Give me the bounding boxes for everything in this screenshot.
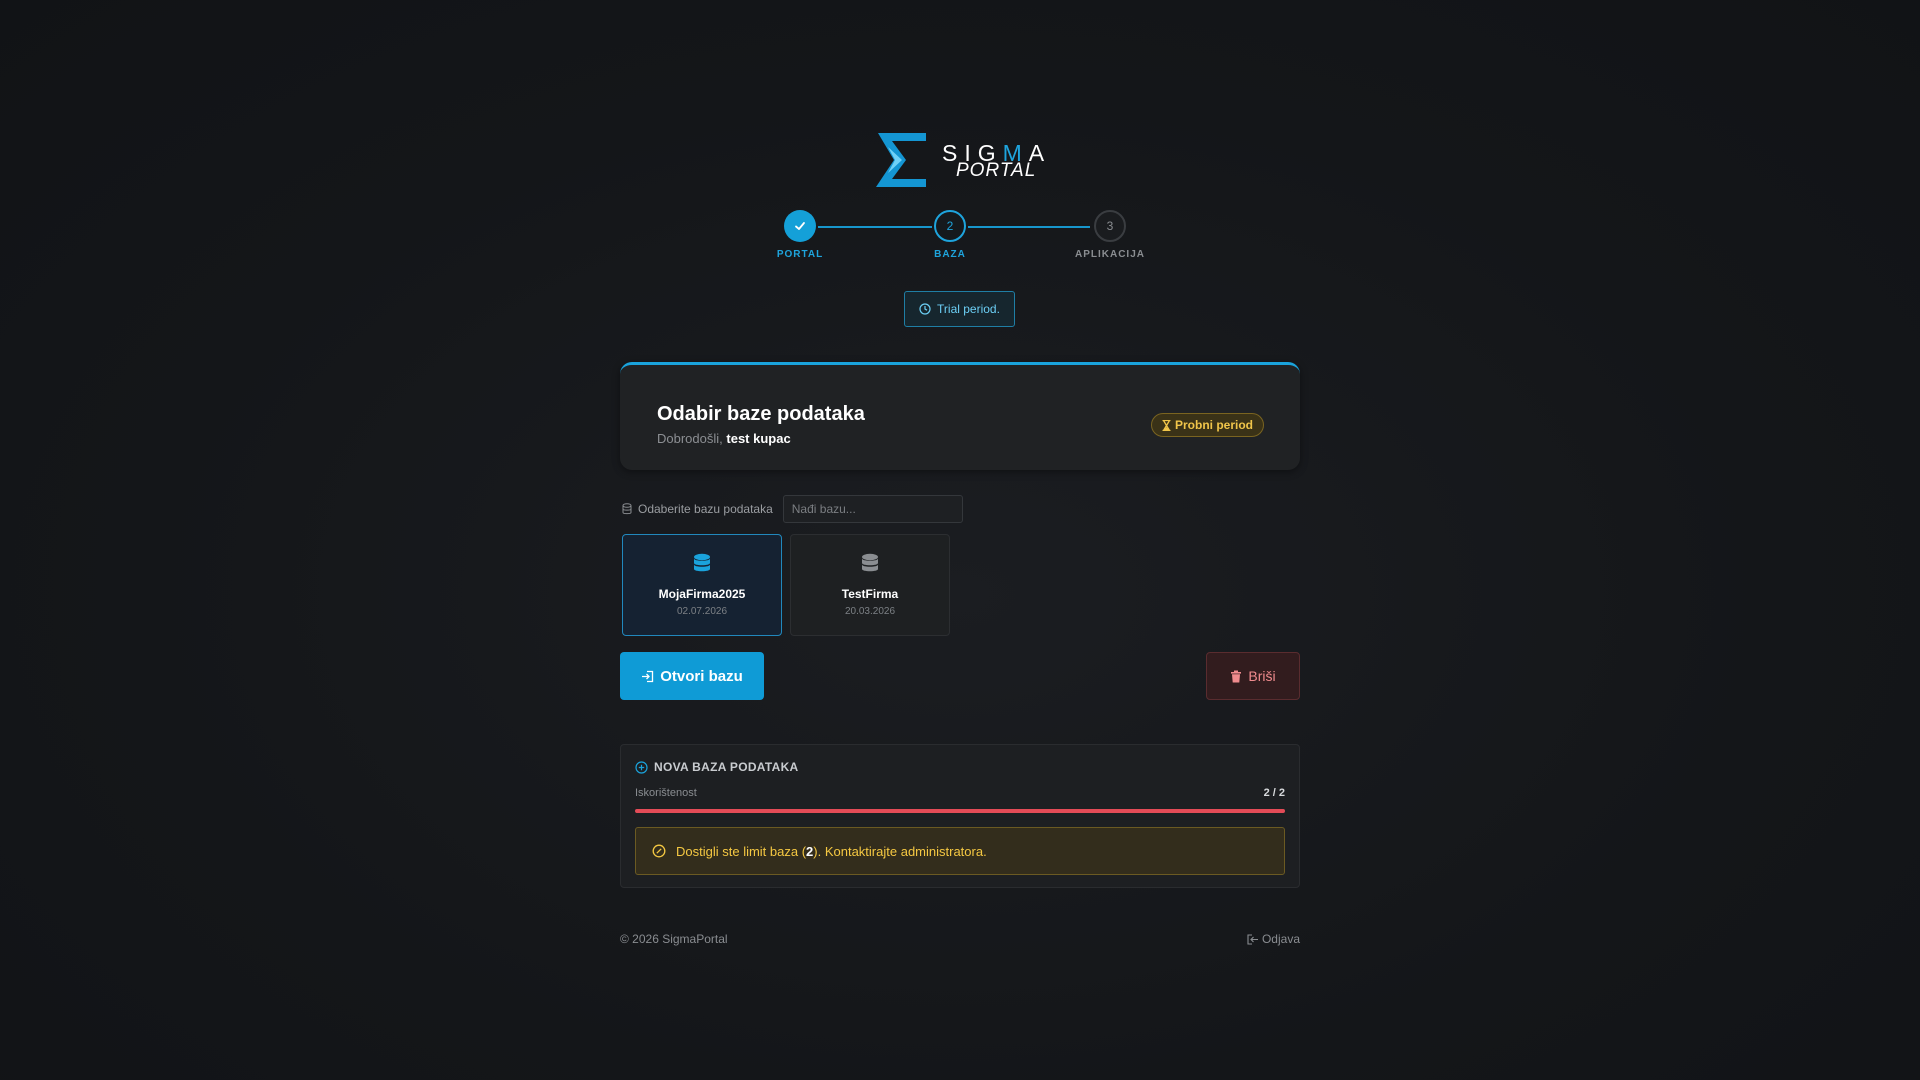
step-label: BAZA — [934, 249, 966, 260]
select-label: Odaberite bazu podataka — [638, 502, 773, 516]
database-icon — [694, 553, 710, 572]
usage-value: 2 / 2 — [1263, 787, 1285, 799]
trial-chip-text: Trial period. — [937, 302, 1000, 316]
step-done-circle — [784, 210, 816, 242]
usage-progress-fill — [635, 809, 1285, 813]
step-aplikacija: 3 APLIKACIJA — [1070, 210, 1150, 260]
trial-period-chip: Trial period. — [904, 291, 1015, 327]
usage-progress-bar — [635, 809, 1285, 813]
brand-sub: PORTAL — [956, 160, 1037, 181]
database-select-row: Odaberite bazu podataka — [622, 495, 963, 523]
step-label: APLIKACIJA — [1074, 249, 1145, 260]
limit-reached-alert: Dostigli ste limit baza (2). Kontaktiraj… — [635, 827, 1285, 875]
sign-in-icon — [642, 670, 654, 682]
database-selection-card: Odabir baze podataka Dobrodošli, test ku… — [620, 362, 1300, 470]
database-tile[interactable]: TestFirma 20.03.2026 — [790, 534, 950, 636]
database-date: 20.03.2026 — [844, 606, 896, 617]
sigma-logo-icon — [876, 133, 926, 187]
user-name: test kupac — [726, 431, 791, 446]
page: SIGMA PORTAL PORTAL 2 BAZA 3 APLIKACIJA … — [0, 0, 1920, 1080]
open-database-button[interactable]: Otvori bazu — [620, 652, 764, 700]
database-icon — [862, 553, 878, 572]
plus-circle-icon — [635, 760, 648, 774]
progress-stepper: PORTAL 2 BAZA 3 APLIKACIJA — [760, 210, 1160, 270]
page-title: Odabir baze podataka — [657, 403, 865, 425]
logout-link[interactable]: Odjava — [1247, 932, 1300, 946]
trial-status-badge: Probni period — [1151, 413, 1264, 437]
panel-title: NOVA BAZA PODATAKA — [654, 760, 799, 774]
welcome-text: Dobrodošli, test kupac — [657, 431, 791, 446]
sign-out-icon — [1247, 933, 1258, 945]
check-icon — [795, 222, 805, 230]
step-number: 3 — [1094, 210, 1126, 242]
database-name: TestFirma — [841, 587, 899, 601]
step-portal: PORTAL — [760, 210, 840, 260]
ban-icon — [652, 844, 666, 858]
database-tile-selected[interactable]: MojaFirma2025 02.07.2026 — [622, 534, 782, 636]
new-database-panel: NOVA BAZA PODATAKA Iskorištenost 2 / 2 D… — [620, 744, 1300, 888]
database-icon — [622, 503, 632, 515]
step-number: 2 — [934, 210, 966, 242]
panel-header: NOVA BAZA PODATAKA — [635, 760, 799, 774]
step-label: PORTAL — [776, 249, 824, 260]
brand-logo: SIGMA PORTAL — [874, 130, 1050, 190]
database-name: MojaFirma2025 — [658, 587, 746, 601]
database-date: 02.07.2026 — [676, 606, 728, 617]
copyright-text: © 2026 SigmaPortal — [620, 932, 728, 946]
database-search-input[interactable] — [782, 495, 963, 523]
trash-icon — [1231, 670, 1242, 682]
step-baza: 2 BAZA — [910, 210, 990, 260]
delete-database-button[interactable]: Briši — [1206, 652, 1300, 700]
usage-label: Iskorištenost — [635, 787, 697, 799]
hourglass-icon — [1162, 419, 1171, 431]
alert-text: Dostigli ste limit baza (2). Kontaktiraj… — [676, 843, 987, 859]
clock-icon — [919, 303, 931, 315]
